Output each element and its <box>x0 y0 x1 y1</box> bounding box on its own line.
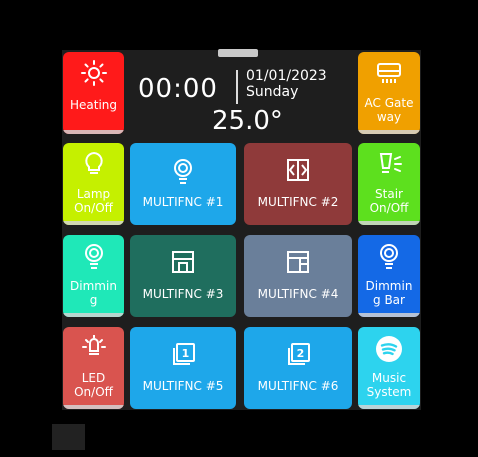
date-text: 01/01/2023 <box>246 68 327 84</box>
shutter-icon <box>130 250 236 274</box>
dimming-bar-label: Dimmin g Bar <box>365 279 413 307</box>
tile-status-bar <box>358 130 420 134</box>
corner-block <box>52 424 85 450</box>
spotify-icon <box>358 335 420 363</box>
tile-status-bar <box>63 221 124 225</box>
ac-gateway-label: AC Gate way <box>364 96 414 124</box>
tile-status-bar <box>63 313 124 317</box>
multifnc4-label: MULTIFNC #4 <box>257 287 339 301</box>
heating-label: Heating <box>69 98 118 112</box>
multifnc1-tile[interactable]: MULTIFNC #1 <box>130 143 236 225</box>
temperature-readout: 25.0° <box>212 106 283 136</box>
multifnc6-tile[interactable]: 2 MULTIFNC #6 <box>244 327 352 409</box>
date-block: 01/01/2023 Sunday <box>246 68 327 100</box>
led-tile[interactable]: LED On/Off <box>63 327 124 409</box>
tile-status-bar <box>358 221 420 225</box>
dimmer-bulb-icon <box>358 243 420 269</box>
lamp-tile[interactable]: Lamp On/Off <box>63 143 124 225</box>
multifnc4-tile[interactable]: MULTIFNC #4 <box>244 235 352 317</box>
stair-light-icon <box>358 151 420 177</box>
dimmer-bulb-icon <box>130 158 236 184</box>
heating-tile[interactable]: Heating <box>63 52 124 134</box>
svg-text:2: 2 <box>297 347 305 360</box>
tile-status-bar <box>358 405 420 409</box>
ac-gateway-tile[interactable]: AC Gate way <box>358 52 420 134</box>
header-divider <box>236 70 238 104</box>
tile-status-bar <box>358 313 420 317</box>
dimmer-bulb-icon <box>63 243 124 269</box>
cabinet-icon <box>244 250 352 274</box>
dimming-label: Dimmin g <box>70 279 117 307</box>
window-icon <box>244 158 352 182</box>
multifnc3-label: MULTIFNC #3 <box>142 287 224 301</box>
tile-status-bar <box>63 130 124 134</box>
dimming-tile[interactable]: Dimmin g <box>63 235 124 317</box>
multifnc3-tile[interactable]: MULTIFNC #3 <box>130 235 236 317</box>
svg-text:1: 1 <box>182 347 190 360</box>
lamp-label: Lamp On/Off <box>74 187 113 215</box>
music-tile[interactable]: Music System <box>358 327 420 409</box>
lightbulb-icon <box>63 151 124 177</box>
multifnc2-label: MULTIFNC #2 <box>257 195 339 209</box>
music-label: Music System <box>366 371 412 399</box>
scene-2-icon: 2 <box>244 342 352 368</box>
clock-time: 00:00 <box>138 74 218 104</box>
multifnc5-tile[interactable]: 1 MULTIFNC #5 <box>130 327 236 409</box>
multifnc1-label: MULTIFNC #1 <box>142 195 224 209</box>
tile-status-bar <box>63 405 124 409</box>
stair-label: Stair On/Off <box>369 187 409 215</box>
multifnc6-label: MULTIFNC #6 <box>257 379 339 393</box>
dimming-bar-tile[interactable]: Dimmin g Bar <box>358 235 420 317</box>
led-icon <box>63 335 124 361</box>
multifnc5-label: MULTIFNC #5 <box>142 379 224 393</box>
multifnc2-tile[interactable]: MULTIFNC #2 <box>244 143 352 225</box>
ac-unit-icon <box>358 60 420 86</box>
scene-1-icon: 1 <box>130 342 236 368</box>
stair-tile[interactable]: Stair On/Off <box>358 143 420 225</box>
led-label: LED On/Off <box>74 371 113 399</box>
pull-down-handle[interactable] <box>218 49 258 57</box>
day-text: Sunday <box>246 84 299 100</box>
sun-icon <box>63 60 124 86</box>
